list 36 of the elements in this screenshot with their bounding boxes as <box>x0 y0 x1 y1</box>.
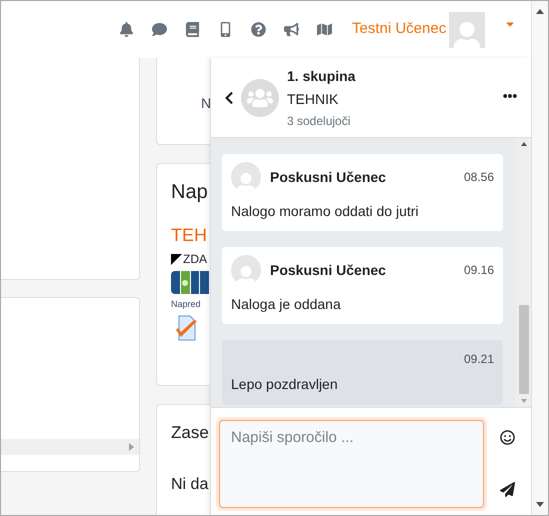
emoji-icon[interactable] <box>500 430 515 445</box>
message-time: 09.16 <box>464 262 494 279</box>
sender-name: Poskusni Učenec <box>270 168 386 186</box>
avatar-icon <box>231 162 261 192</box>
mobile-icon[interactable] <box>218 22 233 37</box>
send-icon[interactable] <box>500 482 515 497</box>
group-avatar-icon <box>241 78 279 116</box>
card-text: N <box>201 96 210 110</box>
message-text: Nalogo moramo oddati do jutri <box>231 202 420 221</box>
card-title: Nap <box>171 182 209 202</box>
assignment-icon <box>175 315 199 341</box>
back-icon[interactable] <box>223 90 235 104</box>
section-name: ZDA <box>183 253 207 265</box>
card-title: Zase <box>171 424 210 441</box>
message-time: 09.21 <box>464 351 494 368</box>
message-text: Lepo pozdravljen <box>231 375 339 394</box>
conversation-subtitle: TEHNIK <box>287 90 340 108</box>
progress-label: Napred <box>171 300 202 309</box>
card-text: Ni da <box>171 477 210 493</box>
participant-count: 3 sodelujoči <box>287 112 352 130</box>
book-icon[interactable] <box>185 22 200 37</box>
sender-name: Poskusni Učenec <box>270 260 386 280</box>
bell-icon[interactable] <box>119 22 134 37</box>
horizontal-scrollbar[interactable] <box>1 439 139 455</box>
message-text: Naloga je oddana <box>231 295 342 314</box>
message-input[interactable]: Napiši sporočilo ... <box>219 420 484 508</box>
course-name: TEH <box>171 226 208 244</box>
vertical-scrollbar[interactable] <box>516 138 531 407</box>
bullhorn-icon[interactable] <box>284 22 299 37</box>
message-time: 08.56 <box>464 169 494 186</box>
avatar-icon <box>231 255 261 285</box>
map-icon[interactable] <box>317 22 332 37</box>
comment-icon[interactable] <box>152 22 167 37</box>
conversation-title: 1. skupina <box>287 66 356 86</box>
help-icon[interactable] <box>251 22 266 37</box>
user-name[interactable]: Testni Učenec <box>352 18 446 41</box>
